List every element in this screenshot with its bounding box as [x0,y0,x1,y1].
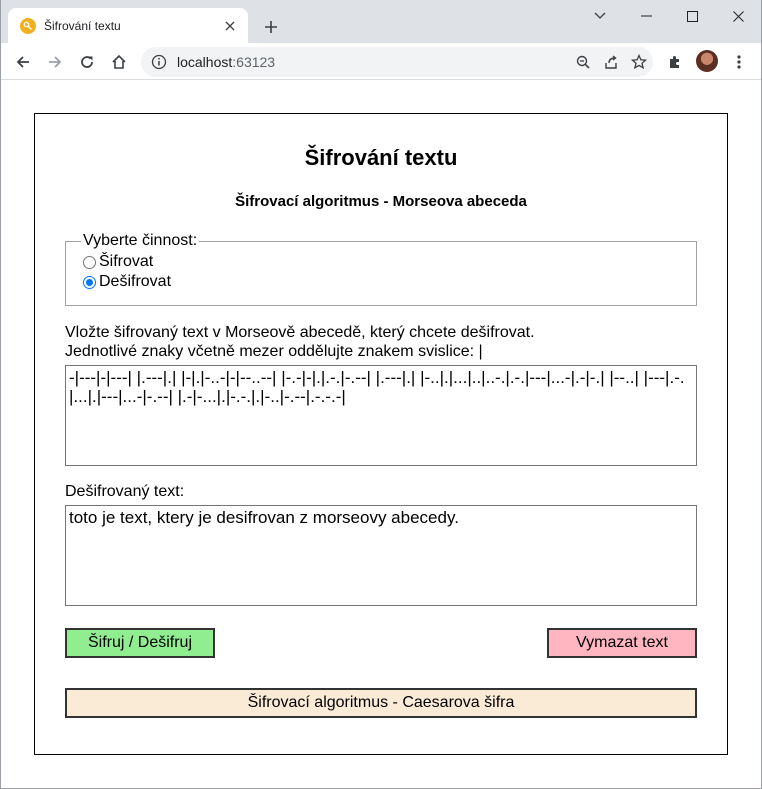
close-window-icon[interactable] [715,0,761,32]
forward-icon[interactable] [42,49,68,75]
radio-encrypt-label: Šifrovat [99,253,154,270]
page-content: Šifrování textu Šifrovací algoritmus - M… [0,81,762,789]
app-container: Šifrování textu Šifrovací algoritmus - M… [34,113,728,755]
home-icon[interactable] [106,49,132,75]
tab-bar: Šifrování textu [0,0,762,43]
input-instructions: Vložte šifrovaný text v Morseově abecedě… [65,323,535,361]
instructions-line-2: Jednotlivé znaky včetně mezer oddělujte … [65,343,483,360]
url-port: :63123 [232,54,276,70]
decrypted-output-textarea[interactable]: toto je text, ktery je desifrovan z mors… [65,505,697,606]
instructions-line-1: Vložte šifrovaný text v Morseově abecedě… [65,324,535,341]
extensions-icon[interactable] [662,49,688,75]
profile-avatar[interactable] [696,50,718,72]
browser-tab[interactable]: Šifrování textu [8,8,248,43]
radio-decrypt-label: Dešifrovat [99,273,172,290]
activity-legend: Vyberte činnost: [83,232,198,249]
tab-search-icon[interactable] [577,0,623,32]
zoom-icon[interactable] [569,48,597,76]
clear-text-button[interactable]: Vymazat text [547,628,697,658]
radio-decrypt[interactable] [83,275,96,289]
new-tab-icon[interactable] [259,15,283,39]
key-icon [20,17,36,34]
radio-encrypt[interactable] [83,255,96,269]
page-title: Šifrování textu [304,145,458,170]
url-host: localhost [177,54,233,70]
share-icon[interactable] [597,48,625,76]
morse-input-textarea[interactable]: -|---|-|---| |.---|.| |-|.|-..-|-|--..--… [65,365,697,466]
page-subtitle: Šifrovací algoritmus - Morseova abeceda [235,193,527,210]
info-icon[interactable] [151,54,167,70]
cipher-decipher-button[interactable]: Šifruj / Dešifruj [65,628,215,658]
minimize-icon[interactable] [623,0,669,32]
back-icon[interactable] [10,49,36,75]
bookmark-star-icon[interactable] [625,48,653,76]
reload-icon[interactable] [74,49,100,75]
browser-toolbar: localhost:63123 [0,43,762,80]
output-label: Dešifrovaný text: [65,483,185,500]
menu-icon[interactable] [726,49,752,75]
activity-fieldset: Vyberte činnost: Šifrovat Dešifrovat [65,232,697,306]
radio-option-decrypt[interactable]: Dešifrovat [81,272,681,292]
address-bar[interactable]: localhost:63123 [141,47,653,77]
close-tab-icon[interactable] [222,18,238,34]
url-text: localhost:63123 [177,54,569,70]
maximize-icon[interactable] [669,0,715,32]
switch-to-caesar-button[interactable]: Šifrovací algoritmus - Caesarova šifra [65,688,697,718]
radio-option-encrypt[interactable]: Šifrovat [81,252,681,272]
tab-title: Šifrování textu [44,18,121,33]
